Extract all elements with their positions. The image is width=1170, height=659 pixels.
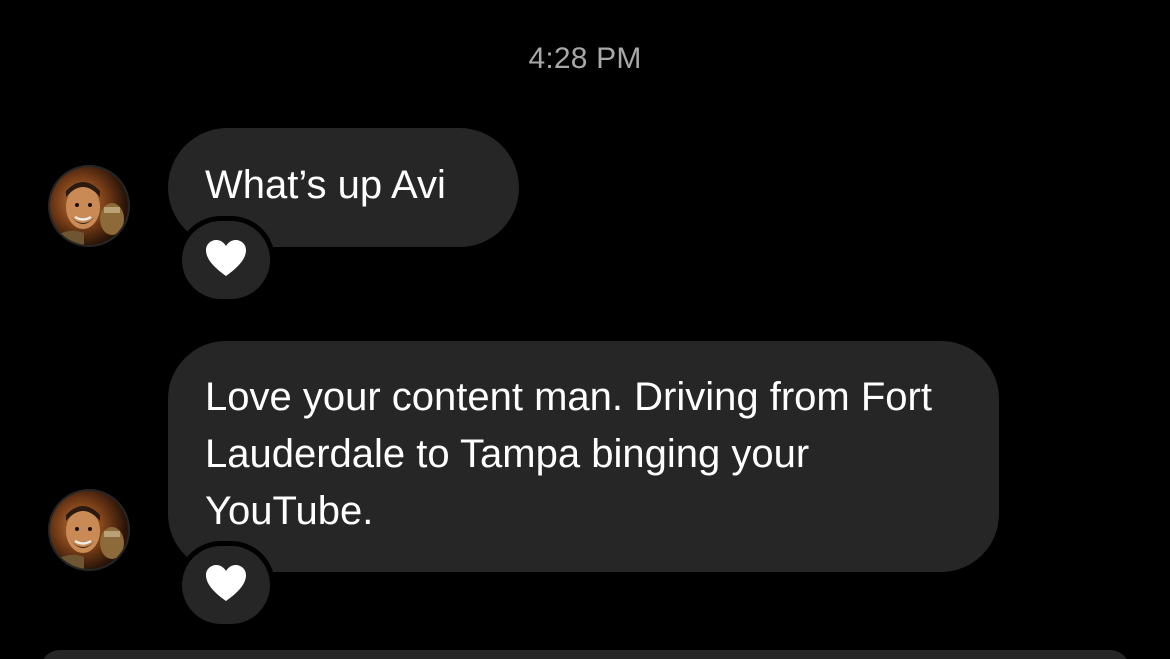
received-message-bubble[interactable]: Love your content man. Driving from Fort… [168, 341, 999, 572]
message-text: What’s up Avi [205, 163, 446, 207]
heart-icon [204, 563, 248, 608]
message-text: Love your content man. Driving from Fort… [205, 375, 932, 533]
next-message-bubble[interactable] [40, 650, 1130, 659]
message-reaction[interactable] [182, 221, 270, 299]
sender-avatar[interactable] [48, 165, 130, 247]
chat-thread: 4:28 PM What’s up Avi Love your content … [0, 0, 1170, 659]
sender-avatar[interactable] [48, 489, 130, 571]
message-timestamp: 4:28 PM [528, 42, 642, 75]
message-reaction[interactable] [182, 546, 270, 624]
heart-icon [204, 238, 248, 283]
